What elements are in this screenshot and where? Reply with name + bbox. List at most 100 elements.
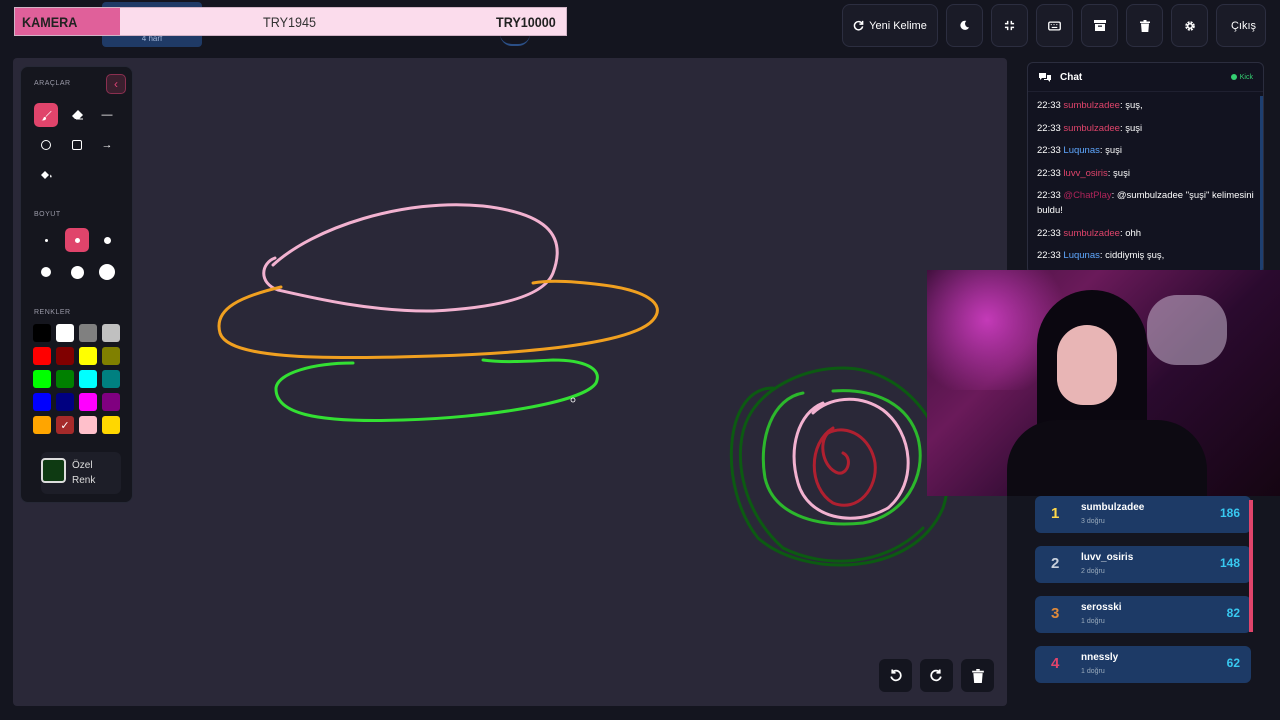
logout-button[interactable]: Çıkış (1216, 4, 1266, 47)
color-swatch[interactable] (56, 324, 74, 342)
trash-icon (971, 668, 984, 683)
player-correct-count: 1 doğru (1081, 668, 1105, 675)
fullscreen-button[interactable] (991, 4, 1028, 47)
leaderboard-scrollbar[interactable] (1249, 500, 1253, 632)
size-xl[interactable] (65, 260, 89, 284)
size-m[interactable] (95, 228, 119, 252)
color-swatch[interactable] (33, 370, 51, 388)
undo-button[interactable] (879, 659, 912, 692)
message-user[interactable]: sumbulzadee (1063, 100, 1120, 111)
clear-button[interactable] (1126, 4, 1163, 47)
color-swatch[interactable]: ✓ (56, 416, 74, 434)
player-name: luvv_osiris (1081, 552, 1134, 563)
message-text: : şuşi (1107, 167, 1130, 179)
drawing-canvas[interactable] (13, 58, 1007, 706)
chat-message: 22:33 Luqunas: şuşi (1037, 143, 1254, 158)
size-dot-icon (74, 237, 80, 243)
green-stroke (274, 358, 599, 422)
arrow-tool[interactable]: → (95, 133, 119, 157)
eraser-tool[interactable] (65, 103, 89, 127)
player-score: 148 (1219, 556, 1240, 570)
online-dot-icon (1230, 74, 1237, 80)
chat-title: Chat (1060, 71, 1083, 83)
logout-label: Çıkış (1230, 19, 1257, 32)
dark-mode-button[interactable] (946, 4, 983, 47)
progress-goal: TRY10000 (496, 14, 556, 30)
tools-title: ARAÇLAR (34, 80, 71, 87)
custom-color-picker[interactable]: Özel Renk (41, 452, 121, 494)
pink-circle (792, 397, 910, 520)
size-xxl[interactable] (95, 260, 119, 284)
circle-icon (41, 140, 51, 150)
size-dot-icon (103, 236, 111, 244)
size-l[interactable] (34, 260, 58, 284)
message-time: 22:33 (1037, 145, 1061, 156)
moon-icon (960, 20, 970, 30)
color-swatch[interactable] (56, 370, 74, 388)
collapse-panel-button[interactable]: ‹ (106, 74, 126, 94)
custom-color-swatch[interactable] (41, 458, 66, 483)
line-tool[interactable]: — (95, 103, 119, 127)
color-swatch[interactable] (102, 393, 120, 411)
message-text: : şuşi (1119, 122, 1143, 134)
leaderboard: 1 sumbulzadee 3 doğru 186 2 luvv_osiris 2 doğr… (1027, 496, 1264, 696)
color-swatch[interactable] (79, 416, 97, 434)
leaderboard-row: 2 luvv_osiris 2 doğru 148 (1035, 546, 1251, 583)
custom-color-label-1: Özel (72, 460, 93, 471)
progress-current: TRY1945 (263, 14, 317, 30)
circle-tool[interactable] (34, 133, 58, 157)
chat-message: 22:33 sumbulzadee: şuş, (1037, 98, 1254, 113)
webcam-feed (927, 270, 1280, 496)
size-xs[interactable] (34, 228, 58, 252)
color-swatch[interactable] (33, 347, 51, 365)
message-user[interactable]: Luqunas (1063, 145, 1099, 156)
settings-button[interactable] (1171, 4, 1208, 47)
color-swatch[interactable] (79, 370, 97, 388)
message-user[interactable]: luvv_osiris (1063, 168, 1107, 179)
archive-button[interactable] (1081, 4, 1118, 47)
color-swatch[interactable] (102, 324, 120, 342)
color-swatch[interactable] (33, 324, 51, 342)
player-name: sumbulzadee (1081, 502, 1145, 513)
color-swatch[interactable] (102, 347, 120, 365)
check-icon: ✓ (60, 419, 70, 432)
color-swatch[interactable] (56, 393, 74, 411)
red-circle (812, 426, 877, 507)
message-text: : ohh (1119, 227, 1142, 239)
leaderboard-row: 1 sumbulzadee 3 doğru 186 (1035, 496, 1251, 533)
player-rank: 4 (1051, 655, 1060, 672)
rectangle-tool[interactable] (65, 133, 89, 157)
size-s[interactable] (65, 228, 89, 252)
eraser-icon (72, 110, 83, 120)
redo-icon (930, 669, 942, 682)
new-word-button[interactable]: Yeni Kelime (842, 4, 938, 47)
player-rank: 3 (1051, 605, 1060, 622)
color-swatch[interactable] (79, 347, 97, 365)
colors-title: RENKLER (34, 309, 71, 316)
message-time: 22:33 (1037, 122, 1061, 134)
camera-label: KAMERA (22, 14, 78, 30)
clear-canvas-button[interactable] (961, 659, 994, 692)
color-swatch[interactable] (102, 416, 120, 434)
size-dot-icon (41, 267, 51, 277)
keyboard-icon (1048, 20, 1061, 31)
keyboard-button[interactable] (1036, 4, 1073, 47)
color-swatch[interactable] (56, 347, 74, 365)
message-user[interactable]: Luqunas (1063, 250, 1099, 261)
donation-progress-bar: KAMERA TRY1945 TRY10000 (14, 7, 567, 36)
player-rank: 1 (1051, 505, 1060, 522)
fill-tool[interactable] (34, 163, 58, 187)
color-swatch[interactable] (33, 393, 51, 411)
brush-tool[interactable] (34, 103, 58, 127)
color-swatch[interactable] (33, 416, 51, 434)
message-user[interactable]: @ChatPlay (1063, 190, 1111, 201)
message-user[interactable]: sumbulzadee (1063, 123, 1120, 134)
chat-scrollbar[interactable] (1260, 96, 1263, 273)
color-swatch[interactable] (102, 370, 120, 388)
chat-message: 22:33 luvv_osiris: şuşi (1037, 166, 1254, 181)
color-swatch[interactable] (79, 324, 97, 342)
redo-button[interactable] (920, 659, 953, 692)
message-user[interactable]: sumbulzadee (1063, 228, 1120, 239)
line-icon: — (101, 109, 113, 121)
color-swatch[interactable] (79, 393, 97, 411)
